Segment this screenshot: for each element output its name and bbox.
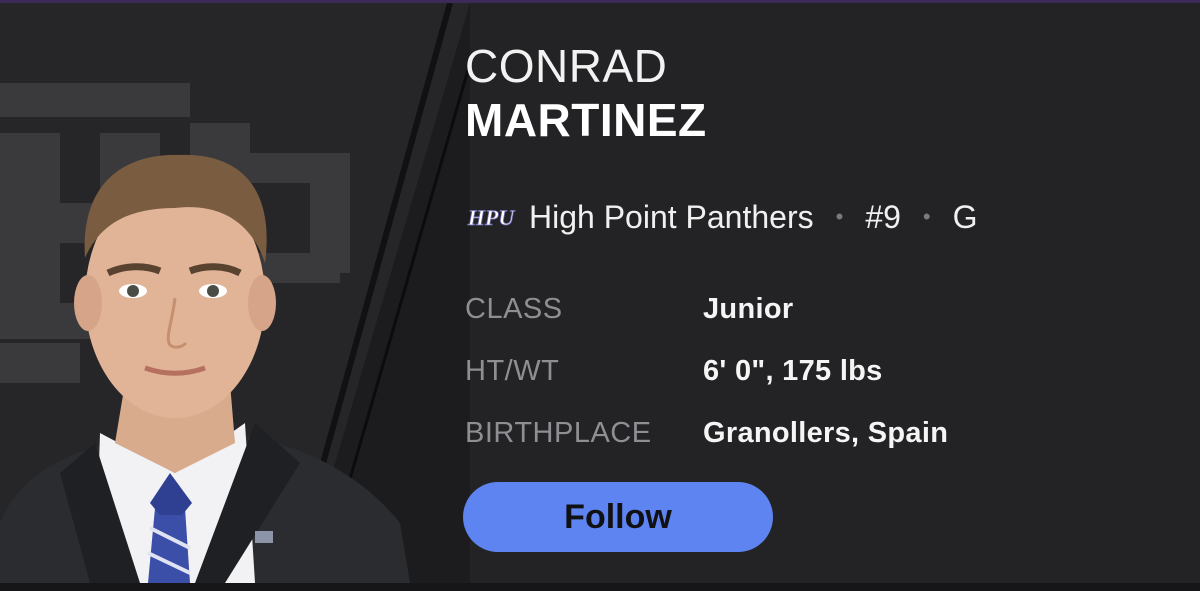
stat-label: BIRTHPLACE xyxy=(465,416,652,449)
stat-row-birthplace: BIRTHPLACE Granollers, Spain xyxy=(465,402,948,464)
stat-row-height-weight: HT/WT 6' 0", 175 lbs xyxy=(465,340,948,402)
stat-value: Junior xyxy=(703,292,794,325)
player-photo xyxy=(0,3,470,583)
team-logo-icon[interactable]: HPU xyxy=(465,199,517,235)
player-photo-graphic xyxy=(0,3,470,583)
stat-label: CLASS xyxy=(465,292,563,325)
team-logo-text: HPU xyxy=(467,205,516,230)
player-last-name: MARTINEZ xyxy=(465,94,707,146)
team-logo-graphic: HPU xyxy=(466,205,516,231)
separator-dot: • xyxy=(922,204,931,229)
player-info-panel: CONRAD MARTINEZ HPU High Point Panthers … xyxy=(463,40,1185,552)
stat-label: HT/WT xyxy=(465,354,560,387)
player-position: G xyxy=(952,198,978,235)
team-name-link[interactable]: High Point Panthers xyxy=(529,199,814,236)
team-row: HPU High Point Panthers • #9 • G xyxy=(465,192,978,242)
jersey-number: #9 xyxy=(865,198,901,235)
bottom-bar xyxy=(0,583,1200,591)
separator-dot: • xyxy=(835,204,844,229)
stat-value: 6' 0", 175 lbs xyxy=(703,354,883,387)
player-first-name: CONRAD xyxy=(465,40,668,92)
stat-row-class: CLASS Junior xyxy=(465,278,948,340)
stat-value: Granollers, Spain xyxy=(703,416,949,449)
follow-button[interactable]: Follow xyxy=(463,482,773,552)
player-stats: CLASS Junior HT/WT 6' 0", 175 lbs BIRTHP… xyxy=(465,278,948,464)
